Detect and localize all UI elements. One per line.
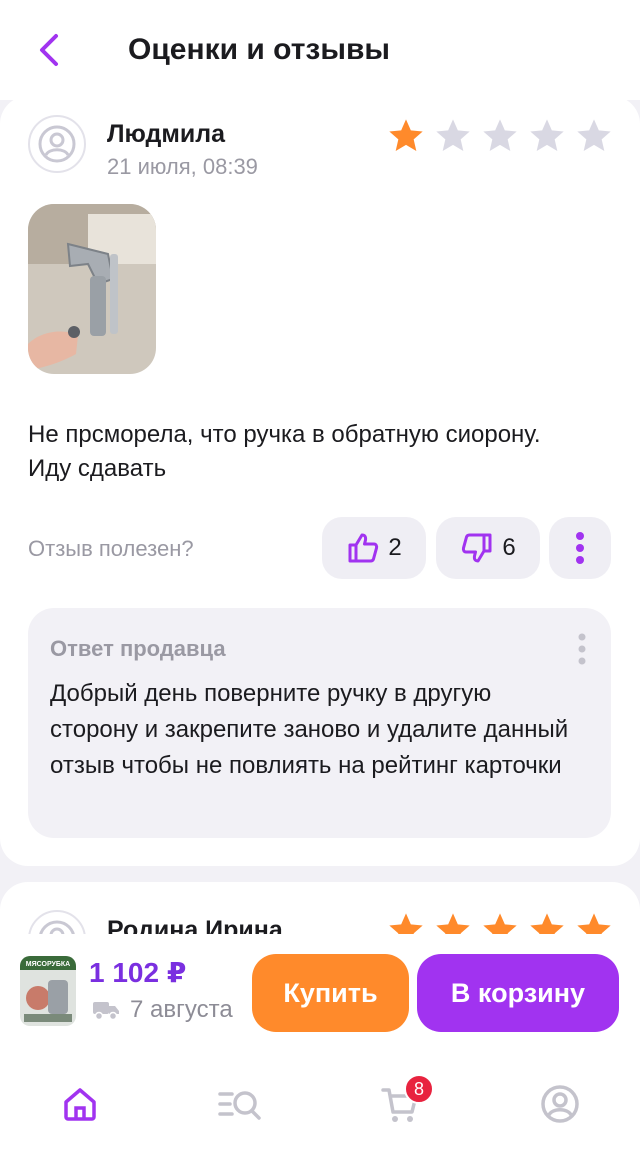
truck-icon: [93, 1002, 119, 1021]
delivery-date: 7 августа: [130, 996, 233, 1023]
home-icon: [64, 1088, 96, 1121]
thumbnail-caption: МЯСОРУБКА: [26, 961, 70, 968]
back-button[interactable]: [30, 28, 70, 72]
buy-now-button[interactable]: Купить: [252, 954, 409, 1032]
top-bar: Оценки и отзывы: [0, 0, 640, 100]
star-empty-icon: [577, 119, 611, 151]
review-card: Людмила 21 июля, 08:39 Не прсморела, что…: [0, 96, 640, 866]
thumbs-down-icon: [462, 533, 492, 563]
delivery-info: 7 августа: [92, 996, 233, 1024]
catalog-search-icon: [218, 1091, 261, 1120]
page-title: Оценки и отзывы: [128, 33, 391, 66]
more-vertical-icon: [576, 532, 584, 564]
seller-reply: Ответ продавца Добрый день поверните руч…: [28, 608, 611, 838]
bottom-tab-bar: 8: [0, 1052, 640, 1167]
dislike-button[interactable]: 6: [436, 517, 540, 579]
seller-reply-title: Ответ продавца: [50, 636, 226, 661]
more-vertical-icon: [578, 633, 586, 665]
star-empty-icon: [530, 119, 564, 151]
tab-profile[interactable]: [538, 1082, 582, 1126]
like-count: 2: [388, 534, 402, 561]
star-empty-icon: [436, 119, 470, 151]
review-text: Не прсморела, что ручка в обратную сиоро…: [28, 421, 541, 482]
chevron-left-icon: [40, 34, 58, 66]
dislike-count: 6: [502, 534, 516, 561]
review-photo[interactable]: [28, 204, 156, 374]
star-empty-icon: [483, 119, 517, 151]
avatar[interactable]: [28, 115, 86, 173]
star-filled-icon: [389, 119, 423, 151]
user-icon: [38, 125, 76, 163]
product-thumbnail[interactable]: МЯСОРУБКА: [20, 956, 76, 1026]
thumbs-up-icon: [348, 533, 379, 563]
cart-count-badge: 8: [404, 1074, 434, 1104]
tab-home[interactable]: [58, 1082, 102, 1126]
seller-reply-text: Добрый день поверните ручку в другую сто…: [50, 680, 569, 779]
like-button[interactable]: 2: [322, 517, 426, 579]
profile-icon: [541, 1085, 579, 1123]
review-date: 21 июля, 08:39: [107, 154, 258, 179]
review-rating: [386, 116, 614, 156]
buy-bar: МЯСОРУБКА 1 102 ₽ 7 августа Купить В кор…: [0, 934, 640, 1052]
tab-catalog[interactable]: [218, 1082, 262, 1126]
seller-reply-more-button[interactable]: [577, 632, 587, 671]
product-price: 1 102 ₽: [89, 957, 187, 988]
helpful-label: Отзыв полезен?: [28, 536, 194, 561]
review-author: Людмила: [107, 120, 226, 148]
add-to-cart-button[interactable]: В корзину: [417, 954, 619, 1032]
more-options-button[interactable]: [549, 517, 611, 579]
